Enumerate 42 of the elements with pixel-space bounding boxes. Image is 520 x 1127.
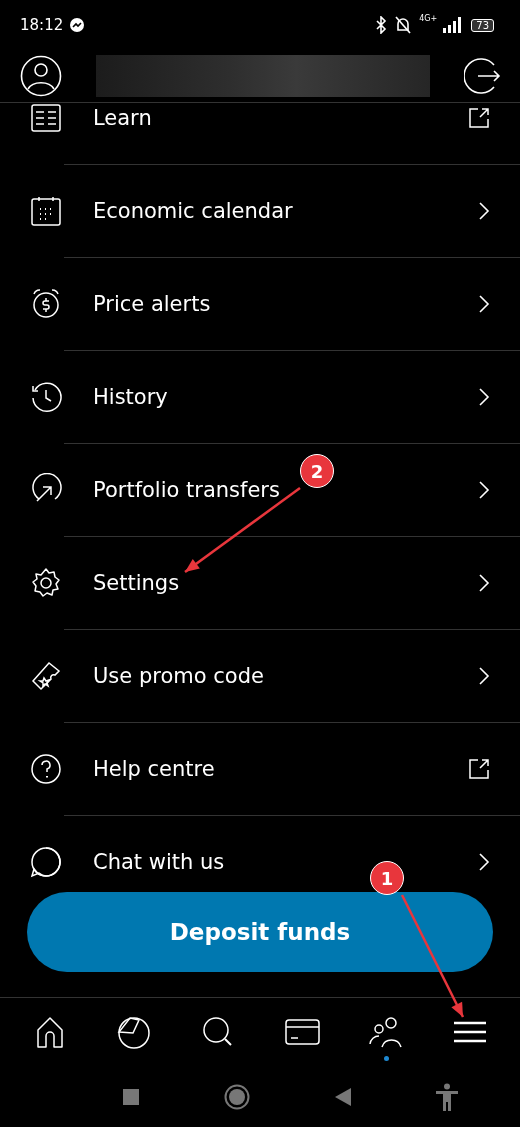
- chevron-right-icon: [478, 201, 490, 221]
- calendar-icon: [29, 194, 63, 228]
- menu-item-label: Portfolio transfers: [93, 478, 281, 502]
- recents-icon[interactable]: [122, 1088, 139, 1105]
- chevron-right-icon: [478, 387, 490, 407]
- external-link-icon: [468, 758, 490, 780]
- back-icon[interactable]: [334, 1087, 351, 1106]
- deposit-funds-button[interactable]: Deposit funds: [27, 892, 493, 972]
- profile-icon[interactable]: [20, 55, 62, 97]
- home-button-icon[interactable]: [223, 1083, 250, 1110]
- menu-item-label: Help centre: [93, 757, 216, 781]
- menu-item-label: Price alerts: [93, 292, 212, 316]
- accessibility-icon[interactable]: [435, 1082, 458, 1111]
- book-icon: [29, 103, 63, 135]
- ticket-icon: [29, 659, 63, 693]
- settings-icon: [29, 566, 63, 600]
- chevron-right-icon: [478, 666, 490, 686]
- annotation-badge: 1: [370, 861, 404, 895]
- muted-bell-icon: [393, 16, 414, 34]
- bluetooth-icon: [375, 16, 388, 34]
- chat-bubble-icon: [29, 845, 63, 879]
- menu-item-label: Settings: [93, 571, 181, 595]
- chevron-right-icon: [478, 294, 490, 314]
- menu-item-label: Chat with us: [93, 850, 226, 874]
- logout-icon[interactable]: [464, 57, 502, 95]
- menu-item-label: Use promo code: [93, 664, 265, 688]
- menu-item-label: History: [93, 385, 169, 409]
- chevron-right-icon: [478, 573, 490, 593]
- history-icon: [29, 380, 63, 414]
- network-label: 4G+: [419, 14, 438, 23]
- signal-icon: [443, 17, 462, 33]
- status-time: 18:12: [20, 16, 64, 34]
- menu-item-label: Learn: [93, 106, 153, 130]
- messenger-icon: [69, 17, 86, 33]
- menu-item-label: Economic calendar: [93, 199, 294, 223]
- chevron-right-icon: [478, 852, 490, 872]
- battery-indicator: 73: [471, 18, 494, 32]
- menu-item[interactable]: Learn: [0, 103, 520, 150]
- help-icon: [29, 752, 63, 786]
- annotation-badge: 2: [300, 454, 334, 488]
- chevron-right-icon: [478, 480, 490, 500]
- external-link-icon: [468, 107, 490, 129]
